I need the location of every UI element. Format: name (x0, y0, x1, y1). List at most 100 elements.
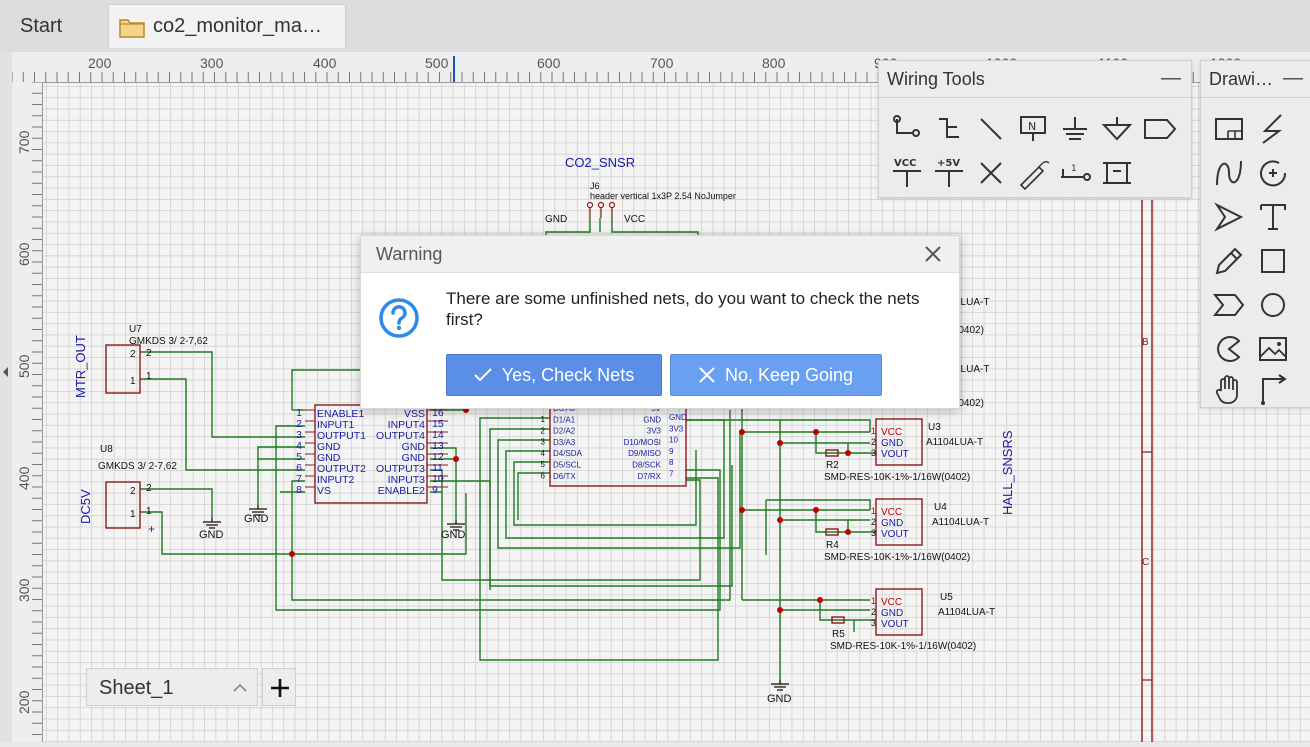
no-keep-going-button[interactable]: No, Keep Going (670, 354, 882, 396)
hall-pin-number: 1 (871, 426, 876, 436)
warning-dialog: Warning There are some unfinished nets, … (360, 235, 960, 409)
hand-icon[interactable] (1211, 371, 1247, 407)
hall-pin-label: VOUT (881, 619, 909, 630)
hall-sensor-ref: U3 (928, 422, 941, 433)
mcu-pin-label: D6/TX (553, 472, 576, 481)
sheet-name: Sheet_1 (99, 677, 174, 699)
hall-pin-label: GND (881, 438, 903, 449)
square-icon[interactable] (1255, 243, 1291, 279)
j6-vcc-label: VCC (624, 214, 645, 225)
circle-icon[interactable] (1255, 287, 1291, 323)
hall-pin-number: 3 (871, 448, 876, 458)
hall-pin-number: 2 (871, 437, 876, 447)
hall-pin-label: VCC (881, 427, 902, 438)
driver-pin-label: VS (317, 485, 331, 497)
chevron-up-icon[interactable] (231, 679, 249, 697)
dialog-title: Warning (376, 244, 443, 264)
resistor-value: SMD-RES-10K-1%-1/16W(0402) (824, 472, 970, 483)
net-port-icon[interactable] (1141, 111, 1177, 147)
pin-icon[interactable]: 1 (1057, 155, 1093, 191)
svg-text:1: 1 (130, 376, 136, 387)
wiring-tools-minimize-button[interactable]: — (1161, 67, 1181, 90)
hall-pin-number: 1 (871, 506, 876, 516)
drawing-tools-panel: Drawi… — (1200, 60, 1310, 408)
add-sheet-button[interactable] (262, 668, 296, 706)
chevron-shape-icon[interactable] (1211, 287, 1247, 323)
hall-pin-label: GND (881, 518, 903, 529)
hall-pin-label: VOUT (881, 449, 909, 460)
mcu-pin-label: D3/A3 (553, 438, 576, 447)
drawing-tools-title: Drawi… (1209, 69, 1274, 89)
u8-ref: U8 (100, 444, 113, 455)
mcu-pin-number: 10 (669, 436, 678, 445)
gnd-arrow-icon[interactable] (1099, 111, 1135, 147)
bus-tool-icon[interactable] (931, 111, 967, 147)
resistor-ref: R5 (832, 629, 845, 640)
plus-5v-icon-label: +5V (937, 158, 960, 169)
plus-5v-icon[interactable]: +5V (931, 155, 967, 191)
polyline-icon[interactable] (1255, 371, 1291, 407)
mcu-pin-label: D9/MISO (628, 449, 661, 458)
svg-text:1: 1 (146, 506, 152, 517)
plus-label: + (148, 522, 155, 536)
sheet-tab[interactable]: Sheet_1 (86, 668, 258, 706)
line-tool-icon[interactable] (973, 111, 1009, 147)
text-icon[interactable] (1255, 199, 1291, 235)
net-flag-icon[interactable] (1099, 155, 1135, 191)
u7-ref: U7 (129, 324, 142, 335)
curve-icon[interactable] (1211, 155, 1247, 191)
mcu-pin-label: D8/SCK (632, 461, 662, 470)
mcu-pin-number: 5 (541, 460, 546, 469)
svg-text:2: 2 (146, 483, 152, 494)
hall-pin-number: 1 (871, 596, 876, 606)
hall-pin-label: GND (881, 608, 903, 619)
hall-sensor-ref: U4 (934, 502, 947, 513)
mcu-pin-number: 3 (541, 438, 546, 447)
gnd-label: GND (767, 693, 792, 705)
hall-partial-label: 1LUA-T (955, 364, 989, 375)
hall-pin-label: VCC (881, 597, 902, 608)
check-icon (474, 368, 492, 382)
u7-description: GMKDS 3/ 2-7,62 (129, 336, 208, 347)
co2-sensor-title: CO2_SNSR (565, 155, 635, 170)
wire-tool-icon[interactable] (889, 111, 925, 147)
pie-icon[interactable] (1211, 331, 1247, 367)
mcu-pin-label: D10/MOSI (624, 438, 661, 447)
drawing-tools-minimize-button[interactable]: — (1283, 67, 1303, 90)
arrow-icon[interactable] (1211, 199, 1247, 235)
svg-text:1: 1 (146, 371, 152, 382)
net-label-icon[interactable]: N (1015, 111, 1051, 147)
svg-text:1: 1 (1071, 164, 1077, 174)
no-connect-icon[interactable] (973, 155, 1009, 191)
mcu-pin-label: D7/RX (637, 472, 661, 481)
j6-description: header vertical 1x3P 2.54 NoJumper (590, 191, 736, 201)
gnd-label: GND (244, 513, 269, 525)
no-button-label: No, Keep Going (724, 364, 854, 385)
mcu-pin-number: 2 (541, 426, 546, 435)
close-icon[interactable] (921, 242, 945, 266)
ground-icon[interactable] (1057, 111, 1093, 147)
mcu-pin-label: D2/A2 (553, 427, 576, 436)
plus-icon (271, 679, 289, 697)
mcu-pin-label: D5/SCL (553, 461, 582, 470)
svg-text:2: 2 (146, 348, 152, 359)
mcu-pin-number: 1 (541, 415, 546, 424)
probe-icon[interactable] (1015, 155, 1051, 191)
yes-check-nets-button[interactable]: Yes, Check Nets (446, 354, 662, 396)
hall-pin-number: 2 (871, 607, 876, 617)
x-icon (699, 367, 715, 383)
vcc-icon-label: VCC (894, 158, 916, 169)
mcu-pin-number: 7 (669, 470, 674, 479)
wiring-tools-title: Wiring Tools (887, 69, 985, 89)
vcc-icon[interactable]: VCC (889, 155, 925, 191)
u8-description: GMKDS 3/ 2-7,62 (98, 461, 177, 472)
pencil-icon[interactable] (1211, 243, 1247, 279)
table-icon[interactable] (1211, 111, 1247, 147)
svg-text:N: N (1028, 120, 1036, 133)
circle-plus-icon[interactable] (1255, 155, 1291, 191)
border-letter: C (1142, 557, 1149, 568)
mcu-pin-number: 9 (669, 447, 674, 456)
mcu-pin-label: D4/SDA (553, 449, 583, 458)
image-icon[interactable] (1255, 331, 1291, 367)
lightning-icon[interactable] (1255, 111, 1291, 147)
